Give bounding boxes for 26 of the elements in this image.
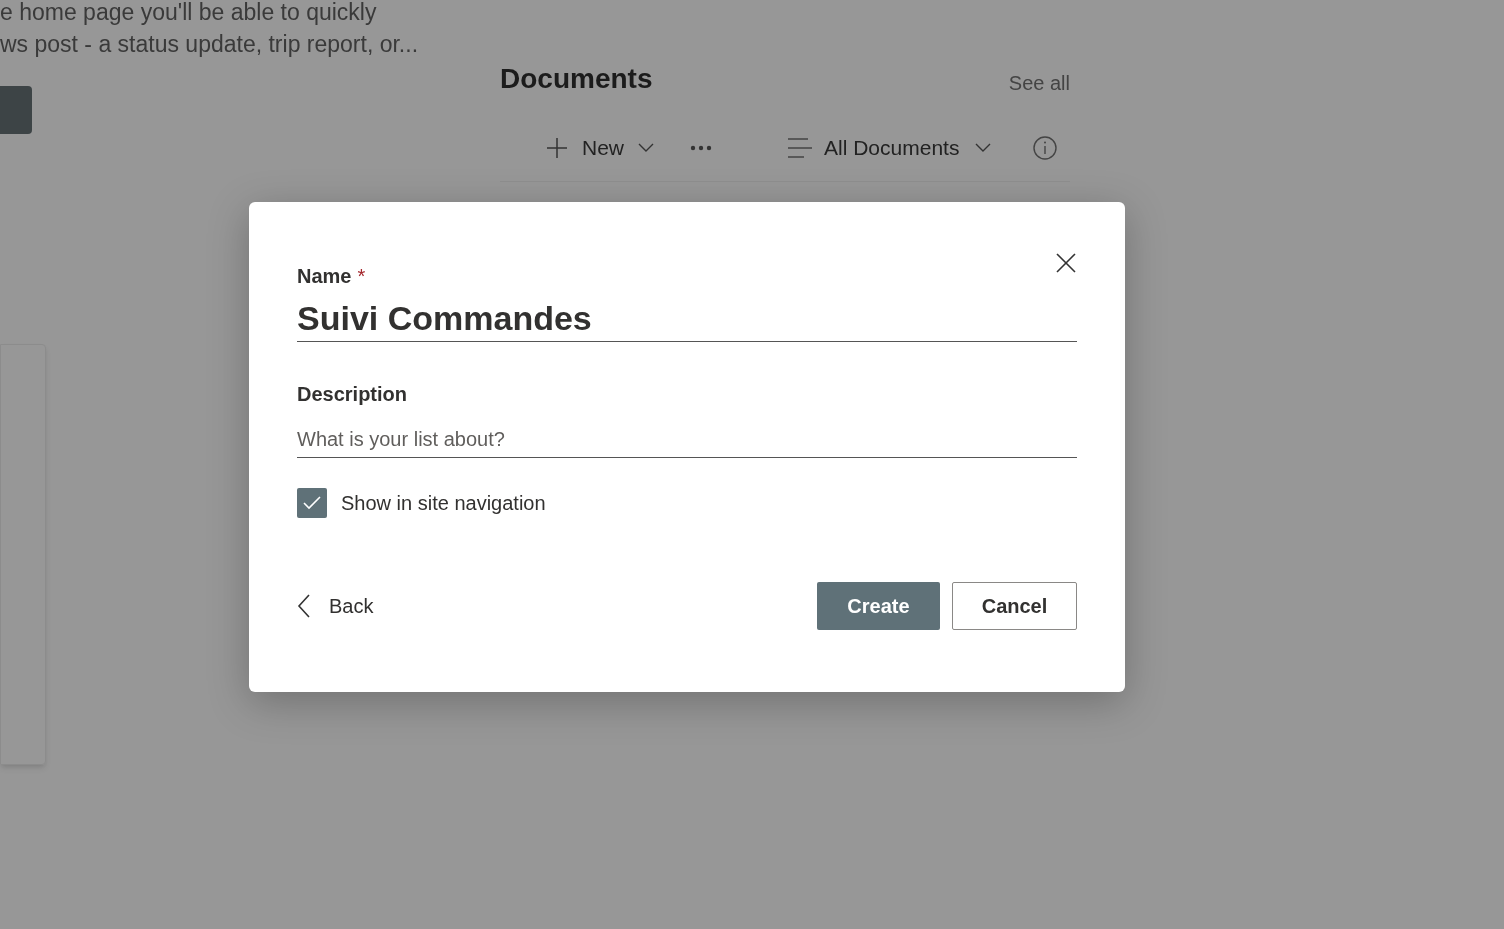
news-text: ws post - a status update, trip report, or...: [0, 30, 420, 59]
field-label: Name: [297, 264, 352, 289]
view-selector[interactable]: All Documents: [788, 132, 992, 164]
checkmark-icon: [303, 496, 321, 510]
checkbox-label: Show in site navigation: [341, 491, 546, 516]
info-icon[interactable]: [1033, 136, 1058, 160]
section-title: Documents: [500, 62, 653, 96]
close-button[interactable]: [1055, 252, 1077, 274]
checkbox[interactable]: [297, 488, 327, 518]
name-input[interactable]: Suivi Commandes: [297, 296, 1077, 342]
plus-icon: [546, 137, 568, 159]
lines-icon: [788, 138, 812, 158]
news-text: e home page you'll be able to quickly: [0, 0, 378, 27]
chevron-down-icon: [638, 143, 654, 153]
required-mark: *: [357, 264, 366, 289]
see-all-link[interactable]: See all: [1008, 68, 1070, 98]
secondary-button[interactable]: Cancel: [952, 582, 1077, 630]
description-input[interactable]: What is your list about?: [297, 422, 1077, 458]
chevron-left-icon: [297, 594, 311, 618]
new-button[interactable]: New: [546, 132, 654, 164]
more-icon[interactable]: [690, 145, 712, 151]
primary-button[interactable]: Create: [817, 582, 940, 630]
back-button[interactable]: Back: [297, 591, 374, 621]
field-label: Description: [297, 382, 409, 407]
close-icon: [1055, 252, 1077, 274]
chevron-down-icon: [975, 143, 992, 153]
